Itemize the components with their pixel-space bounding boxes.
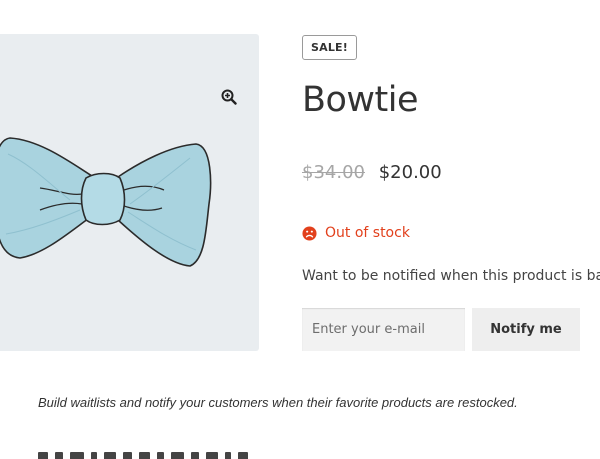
sale-badge: SALE! [302, 35, 357, 60]
zoom-button[interactable] [216, 84, 242, 110]
product-gallery[interactable] [0, 34, 259, 351]
truncated-text-line [38, 452, 248, 459]
sad-face-icon [302, 225, 317, 241]
product-title: Bowtie [302, 80, 419, 120]
product-page: SALE! Bowtie $34.00 $20.00 Out of stock … [0, 0, 600, 459]
stock-status: Out of stock [302, 223, 410, 243]
waitlist-description: Build waitlists and notify your customer… [38, 395, 518, 410]
zoom-in-icon [221, 89, 237, 105]
notify-prompt: Want to be notified when this product is… [302, 268, 600, 284]
stock-status-text: Out of stock [325, 225, 410, 241]
regular-price: $34.00 [302, 162, 365, 183]
email-input[interactable] [302, 308, 465, 351]
bowtie-image [0, 137, 212, 267]
notify-me-button[interactable]: Notify me [472, 308, 580, 351]
sale-price: $20.00 [378, 162, 442, 183]
product-price: $34.00 $20.00 [302, 161, 442, 185]
